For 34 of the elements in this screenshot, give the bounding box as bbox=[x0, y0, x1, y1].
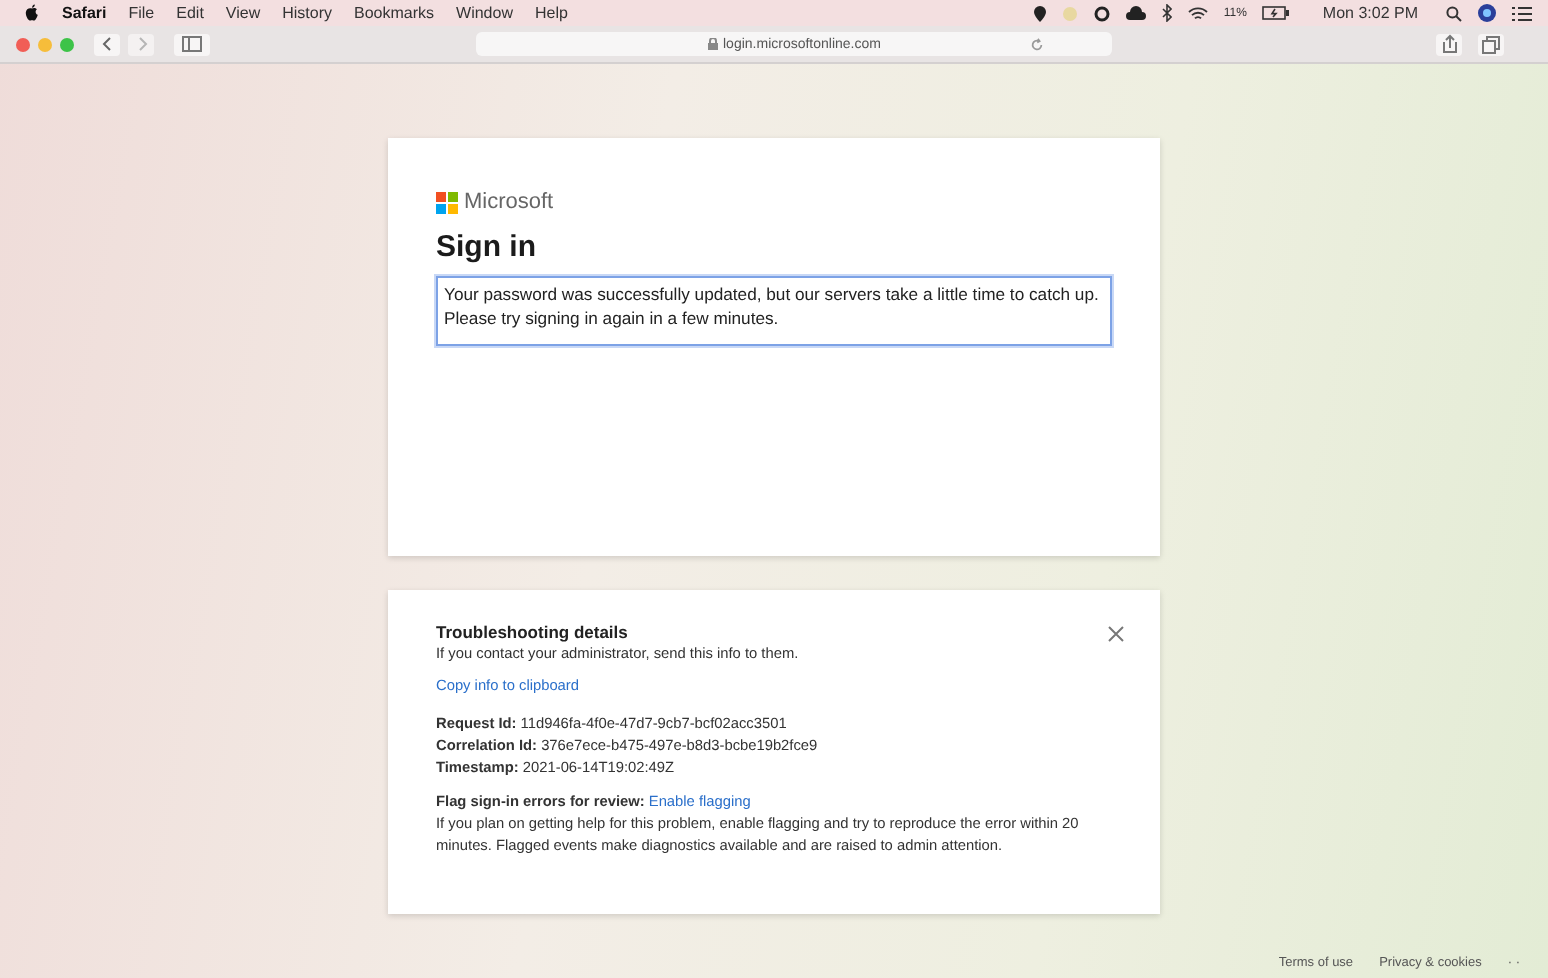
lock-icon bbox=[707, 38, 717, 50]
search-icon[interactable] bbox=[1446, 5, 1462, 21]
clock[interactable]: Mon 3:02 PM bbox=[1322, 4, 1418, 22]
menu-item[interactable]: File bbox=[128, 4, 155, 22]
app-menu[interactable]: Safari bbox=[62, 4, 107, 22]
chevron-right-icon bbox=[133, 36, 149, 52]
bluetooth-icon[interactable] bbox=[1161, 4, 1172, 22]
circle-icon[interactable] bbox=[1093, 5, 1110, 21]
menu-item[interactable]: Bookmarks bbox=[354, 4, 435, 22]
chevron-left-icon bbox=[99, 36, 115, 52]
battery-icon[interactable] bbox=[1262, 6, 1291, 20]
close-icon[interactable] bbox=[1108, 626, 1124, 642]
back-button[interactable] bbox=[94, 33, 120, 55]
logo-icon bbox=[436, 191, 458, 213]
list-icon[interactable] bbox=[1512, 5, 1532, 21]
brand-name: Microsoft bbox=[464, 190, 554, 214]
menu-item[interactable]: Window bbox=[456, 4, 513, 22]
menu-item[interactable]: View bbox=[225, 4, 261, 22]
sidebar-button[interactable] bbox=[174, 33, 210, 55]
menu-item[interactable]: History bbox=[282, 4, 333, 22]
siri-icon[interactable] bbox=[1478, 4, 1496, 22]
close-button[interactable] bbox=[16, 37, 30, 51]
tabs-button[interactable] bbox=[1478, 33, 1504, 55]
menu-item[interactable]: Help bbox=[534, 4, 568, 22]
troubleshooting-title: Troubleshooting details bbox=[436, 622, 630, 642]
cloud-icon[interactable] bbox=[1125, 6, 1146, 20]
share-button[interactable] bbox=[1436, 33, 1462, 55]
sign-in-title: Sign in bbox=[436, 230, 538, 264]
error-message: Your password was successfully updated, but our servers take a little time to catch up. Please try signing in again in a few minutes. bbox=[436, 276, 1112, 346]
wifi-icon[interactable] bbox=[1187, 5, 1208, 21]
menu-item[interactable]: Edit bbox=[176, 4, 204, 22]
location-pin-icon[interactable] bbox=[1033, 5, 1046, 21]
reload-icon[interactable] bbox=[1030, 37, 1044, 51]
apple-icon[interactable] bbox=[24, 4, 40, 22]
